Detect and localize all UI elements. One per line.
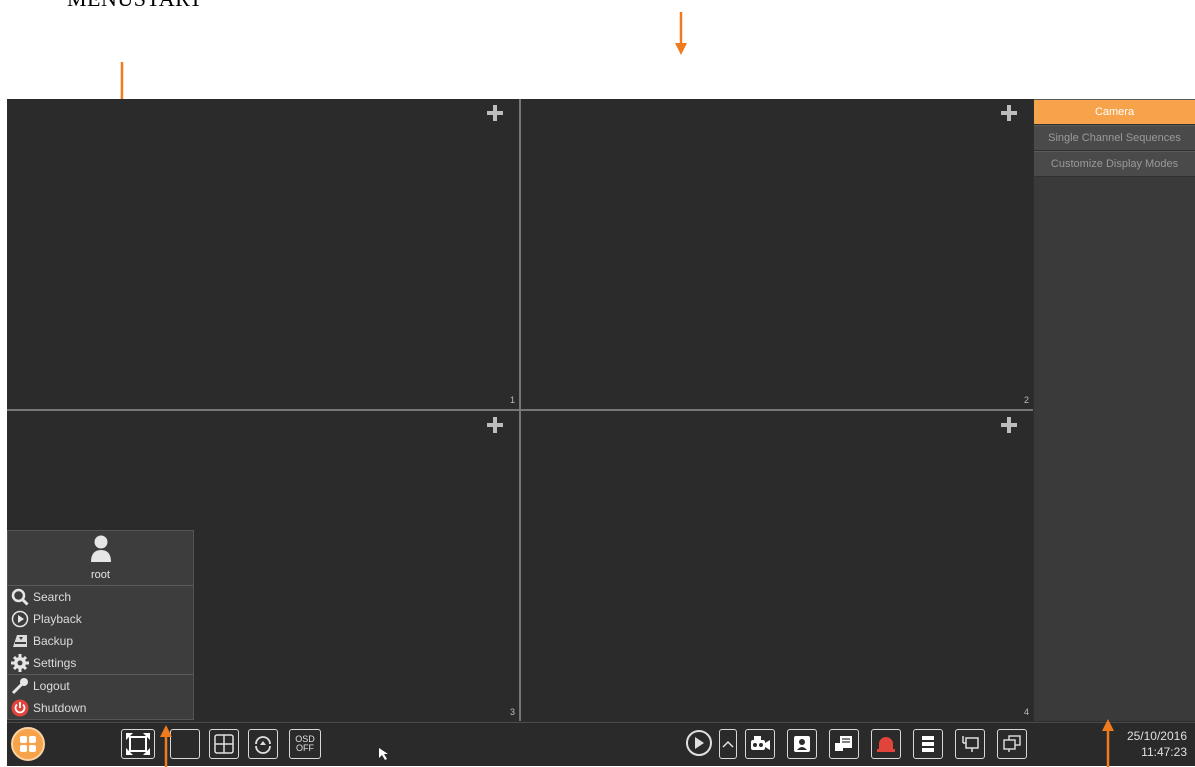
- gear-icon: [10, 653, 30, 673]
- alarm-status-button[interactable]: [871, 729, 901, 759]
- mouse-cursor-icon: [379, 748, 388, 760]
- quad-grid-icon: [214, 734, 234, 754]
- display-output-button[interactable]: [997, 729, 1027, 759]
- search-icon: [10, 587, 30, 607]
- disk-info-button[interactable]: [913, 729, 943, 759]
- tile-number: 4: [1023, 707, 1029, 717]
- tab-customize-display-modes[interactable]: Customize Display Modes: [1034, 151, 1195, 177]
- right-panel: Camera Single Channel Sequences Customiz…: [1034, 99, 1195, 721]
- network-icon: [962, 736, 979, 752]
- add-camera-icon[interactable]: [487, 417, 503, 433]
- tile-number: 3: [509, 707, 515, 717]
- record-icon: [835, 736, 852, 751]
- backup-icon: [10, 631, 30, 651]
- start-menu: root Search Playback Backup Settings Log…: [7, 530, 194, 720]
- menu-item-logout[interactable]: Logout: [8, 674, 193, 697]
- osd-toggle-button[interactable]: OSD OFF: [289, 729, 321, 759]
- add-camera-icon[interactable]: [1001, 105, 1017, 121]
- camera-car-icon: [751, 736, 770, 750]
- fullscreen-icon: [126, 733, 150, 755]
- menu-item-playback[interactable]: Playback: [8, 608, 193, 630]
- username: root: [91, 569, 110, 581]
- manual-alarm-button[interactable]: [787, 729, 817, 759]
- camera-control-button[interactable]: [745, 729, 775, 759]
- monitors-icon: [1003, 735, 1021, 752]
- camera-tile-4[interactable]: 4: [521, 411, 1033, 721]
- siren-icon: [877, 737, 895, 752]
- disk-stack-icon: [922, 736, 934, 752]
- sequence-button[interactable]: [248, 729, 278, 759]
- dvr-screen: 1 2 3 4 Camera Single Channel Sequences …: [7, 99, 1195, 767]
- camera-tile-2[interactable]: 2: [521, 99, 1033, 409]
- osd-line2: OFF: [295, 743, 314, 753]
- play-circle-icon: [10, 609, 30, 629]
- quad-view-button[interactable]: [209, 729, 239, 759]
- user-section: root: [8, 531, 193, 586]
- menu-item-settings[interactable]: Settings: [8, 652, 193, 674]
- add-camera-icon[interactable]: [1001, 417, 1017, 433]
- tab-single-channel-sequences[interactable]: Single Channel Sequences: [1034, 125, 1195, 151]
- alarm-person-icon: [794, 736, 810, 752]
- annotation-arrow-taskbar-right: [1102, 719, 1114, 767]
- osd-label: OSD OFF: [295, 735, 315, 753]
- single-view-button[interactable]: [170, 729, 200, 759]
- camera-tile-1[interactable]: 1: [7, 99, 519, 409]
- menu-item-label: Playback: [33, 612, 82, 626]
- chevron-up-icon: [722, 740, 734, 748]
- menu-item-search[interactable]: Search: [8, 586, 193, 608]
- fullscreen-button[interactable]: [121, 729, 155, 759]
- key-icon: [10, 676, 30, 696]
- annotation-arrow-taskbar-left: [160, 725, 172, 767]
- expand-up-button[interactable]: [719, 729, 737, 759]
- four-squares-icon: [20, 736, 36, 752]
- play-icon: [695, 737, 704, 749]
- record-status-button[interactable]: [829, 729, 859, 759]
- menu-item-label: Shutdown: [33, 701, 87, 715]
- network-status-button[interactable]: [955, 729, 985, 759]
- tab-camera[interactable]: Camera: [1034, 99, 1195, 125]
- menu-item-label: Search: [33, 590, 72, 604]
- playback-button[interactable]: [686, 730, 712, 756]
- menu-item-backup[interactable]: Backup: [8, 630, 193, 652]
- menu-item-label: Logout: [33, 679, 70, 693]
- menu-item-label: Settings: [33, 656, 77, 670]
- user-icon: [90, 535, 111, 562]
- start-menu-button[interactable]: [11, 727, 45, 761]
- power-icon: [10, 698, 30, 718]
- clock: 25/10/2016 11:47:23: [1127, 728, 1187, 760]
- add-camera-icon[interactable]: [487, 105, 503, 121]
- menustart-caption: MENUSTART: [67, 0, 203, 12]
- menu-item-label: Backup: [33, 634, 74, 648]
- date: 25/10/2016: [1126, 729, 1187, 743]
- annotation-arrow-top: [675, 12, 687, 55]
- cycle-icon: [255, 736, 271, 754]
- tile-number: 1: [509, 395, 515, 405]
- time: 11:47:23: [1141, 745, 1187, 759]
- tile-number: 2: [1023, 395, 1029, 405]
- taskbar: OSD OFF 25/10/2016 11:47:23: [7, 719, 1195, 767]
- menu-item-shutdown[interactable]: Shutdown: [8, 697, 193, 719]
- grid-divider: [7, 409, 1033, 411]
